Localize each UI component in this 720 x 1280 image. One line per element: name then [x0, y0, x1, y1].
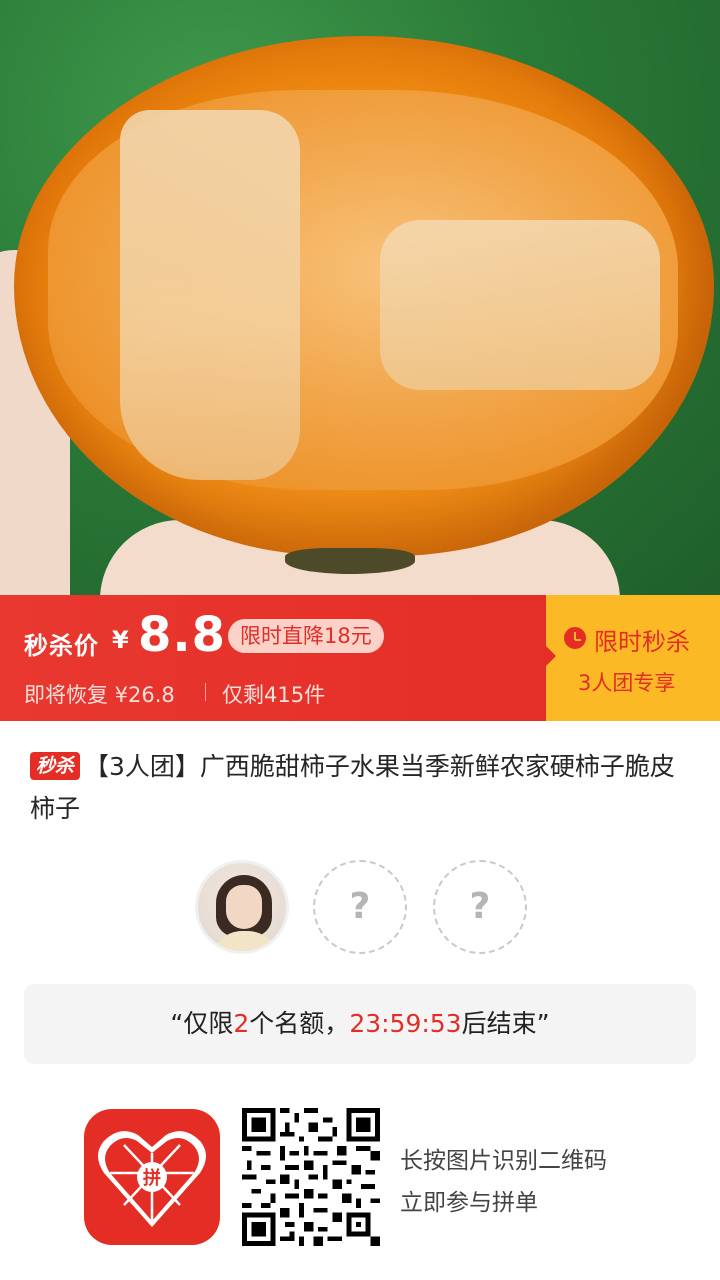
- limited-time-panel: 限时秒杀 3人团专享: [545, 595, 720, 721]
- qr-code[interactable]: [242, 1108, 380, 1246]
- limited-time-title: 限时秒杀: [594, 628, 690, 656]
- currency-symbol: ¥: [112, 626, 129, 654]
- persimmon-bite: [380, 220, 660, 390]
- share-line-1: 长按图片识别二维码: [400, 1148, 607, 1174]
- group-exclusive-tag: 3人团专享: [578, 671, 676, 695]
- quota-count: 2: [233, 1009, 250, 1038]
- alarm-clock-icon: [564, 627, 586, 649]
- flash-sale-tag: 秒杀: [30, 752, 81, 780]
- empty-slot-question-icon: ?: [433, 860, 527, 954]
- countdown-timer: 23:59:53: [349, 1009, 462, 1038]
- quota-middle: 个名额，: [249, 1009, 350, 1038]
- flash-price-label: 秒杀价: [24, 632, 99, 660]
- group-members: ? ?: [195, 860, 535, 956]
- price-panel: 秒杀价 ¥ 8.8 限时直降18元 即将恢复 ¥26.8 仅剩415件: [0, 595, 546, 721]
- stock-remaining: 仅剩415件: [222, 683, 326, 707]
- avatar-face: [226, 885, 262, 929]
- empty-slot-question-icon: ?: [313, 860, 407, 954]
- notch-arrow: [545, 645, 556, 667]
- quota-prefix: 仅限: [183, 1009, 234, 1038]
- product-title-text: 【3人团】广西脆甜柿子水果当季新鲜农家硬柿子脆皮柿子: [30, 752, 675, 823]
- price-drop-badge: 限时直降18元: [228, 619, 384, 653]
- product-image[interactable]: [0, 0, 720, 595]
- share-instructions: 长按图片识别二维码 立即参与拼单: [400, 1140, 607, 1224]
- heart-logo-icon: 拼: [98, 1131, 206, 1227]
- persimmon-bite: [120, 110, 300, 480]
- avatar: [195, 860, 289, 954]
- divider: [205, 683, 206, 701]
- product-title: 秒杀 【3人团】广西脆甜柿子水果当季新鲜农家硬柿子脆皮柿子: [30, 746, 690, 830]
- quote-mark: ”: [536, 1009, 550, 1038]
- sale-price: 8.8: [138, 607, 227, 663]
- quote-mark: “: [170, 1009, 184, 1038]
- avatar-body: [212, 931, 278, 951]
- quota-suffix: 后结束: [461, 1009, 537, 1038]
- persimmon-calyx: [285, 548, 415, 574]
- share-line-2: 立即参与拼单: [400, 1190, 538, 1216]
- logo-text: 拼: [143, 1167, 161, 1189]
- original-price-text: 即将恢复 ¥26.8: [24, 683, 175, 707]
- flash-sale-price-bar: 秒杀价 ¥ 8.8 限时直降18元 即将恢复 ¥26.8 仅剩415件 限时秒杀…: [0, 595, 720, 721]
- pinduoduo-logo-icon: 拼: [84, 1109, 220, 1245]
- quota-countdown-box: “仅限2个名额，23:59:53后结束”: [24, 984, 696, 1064]
